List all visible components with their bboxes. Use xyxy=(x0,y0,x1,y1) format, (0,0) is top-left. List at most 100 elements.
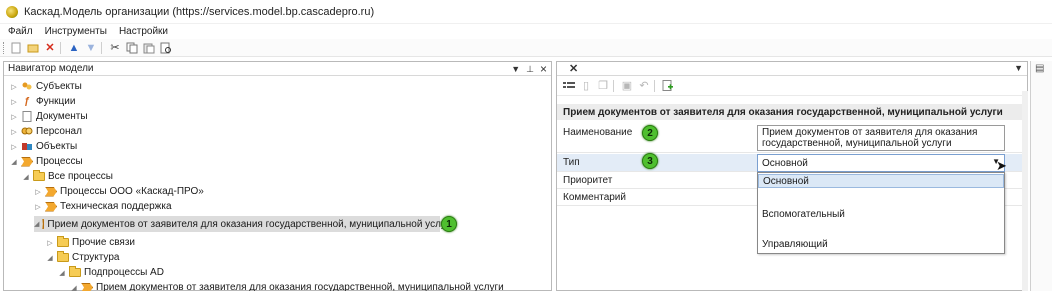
property-row-type: Тип Основной ▼ xyxy=(557,154,1027,172)
personnel-icon xyxy=(21,126,33,137)
expand-icon[interactable]: ▷ xyxy=(46,239,54,247)
move-down-icon[interactable]: ▼ xyxy=(84,41,98,55)
documents-icon xyxy=(21,111,33,122)
tree-item-all-processes[interactable]: ◢ Все процессы xyxy=(22,169,113,184)
title-bar: Каскад.Модель организации (https://servi… xyxy=(0,0,1052,24)
pin-icon[interactable]: ⊥ xyxy=(526,64,534,75)
save-icon[interactable]: ▣ xyxy=(620,79,634,93)
expand-icon[interactable]: ▷ xyxy=(10,143,18,151)
tree-item-label: Процессы ООО «Каскад-ПРО» xyxy=(60,186,204,197)
tree-item-label: Прием документов от заявителя для оказан… xyxy=(47,218,456,230)
tree-item-label: Функции xyxy=(36,96,76,107)
open-folder-icon[interactable] xyxy=(26,41,40,55)
tab-close-icon[interactable]: ✕ xyxy=(569,62,578,75)
step-badge-3: 3 xyxy=(642,153,658,169)
expand-icon[interactable]: ▷ xyxy=(34,188,42,196)
new-icon[interactable] xyxy=(9,41,23,55)
expand-icon[interactable]: ▷ xyxy=(10,98,18,106)
property-label-priority: Приоритет xyxy=(563,175,613,186)
tree-item-label: Все процессы xyxy=(48,171,113,182)
collapse-icon[interactable]: ◢ xyxy=(58,269,66,277)
expand-icon[interactable]: ▷ xyxy=(34,203,42,211)
name-value-line: Прием документов от заявителя для оказан… xyxy=(762,127,978,138)
tree-item-label: Подпроцессы AD xyxy=(84,267,164,278)
collapse-icon[interactable]: ◢ xyxy=(10,158,18,166)
tree-item-subjects[interactable]: ▷ Субъекты xyxy=(10,79,82,94)
tree-item-selected-process[interactable]: ◢ Прием документов от заявителя для оказ… xyxy=(34,216,455,232)
property-label-name: Наименование xyxy=(563,127,633,138)
menu-file[interactable]: Файл xyxy=(8,26,33,37)
expand-icon[interactable]: ▷ xyxy=(10,113,18,121)
model-navigator-pane: Навигатор модели ▼ ⊥ × ▷ Субъекты ▷ ƒ Фу… xyxy=(3,61,552,291)
tree-item-cascade-processes[interactable]: ▷ Процессы ООО «Каскад-ПРО» xyxy=(34,184,204,199)
tree-item-processes[interactable]: ◢ Процессы xyxy=(10,154,82,169)
menu-tools[interactable]: Инструменты xyxy=(45,26,107,37)
editor-toolbar: ▯ ❐ ▣ ↶ xyxy=(557,76,1027,96)
collapse-icon[interactable]: ◢ xyxy=(46,254,54,262)
type-select[interactable]: Основной ▼ xyxy=(757,154,1005,172)
delete-icon[interactable]: ✕ xyxy=(43,41,57,55)
tree-item-subprocess[interactable]: ◢ Прием документов от заявителя для оказ… xyxy=(70,280,504,291)
tree-item-subprocesses-ad[interactable]: ◢ Подпроцессы AD xyxy=(58,265,164,280)
tree-item-objects[interactable]: ▷ Объекты xyxy=(10,139,77,154)
toolbar-separator xyxy=(654,79,655,92)
copy-doc-icon[interactable]: ❐ xyxy=(596,79,610,93)
paste-icon[interactable] xyxy=(142,41,156,55)
collapse-icon[interactable]: ◢ xyxy=(22,173,30,181)
processes-icon xyxy=(21,156,33,167)
side-panel-strip: ▤ xyxy=(1030,61,1052,291)
folder-icon xyxy=(57,251,69,262)
move-up-icon[interactable]: ▲ xyxy=(67,41,81,55)
undo-icon[interactable]: ↶ xyxy=(637,79,651,93)
expand-icon[interactable]: ▷ xyxy=(10,128,18,136)
menu-settings[interactable]: Настройки xyxy=(119,26,168,37)
close-icon[interactable]: × xyxy=(540,62,547,76)
vertical-scrollbar[interactable] xyxy=(1022,91,1028,291)
name-field[interactable]: Прием документов от заявителя для оказан… xyxy=(757,125,1005,151)
tree-item-label: Прием документов от заявителя для оказан… xyxy=(96,282,504,291)
menu-bar: Файл Инструменты Настройки xyxy=(0,24,1052,39)
tab-menu-icon[interactable]: ▼ xyxy=(1014,63,1023,73)
folder-icon xyxy=(57,236,69,247)
step-badge-2: 2 xyxy=(642,125,658,141)
side-tab-icon[interactable]: ▤ xyxy=(1035,63,1044,74)
tree-item-structure[interactable]: ◢ Структура xyxy=(46,250,119,265)
pane-menu-icon[interactable]: ▼ xyxy=(511,64,520,74)
preview-icon[interactable] xyxy=(159,41,173,55)
tree-item-label: Документы xyxy=(36,111,88,122)
add-document-icon[interactable] xyxy=(661,79,675,93)
toolbar-separator xyxy=(60,41,61,54)
functions-icon: ƒ xyxy=(24,96,30,107)
expand-icon[interactable]: ▷ xyxy=(10,83,18,91)
process-icon xyxy=(42,219,45,229)
tree-item-other-links[interactable]: ▷ Прочие связи xyxy=(46,235,135,250)
tree-item-label: Структура xyxy=(72,252,120,263)
collapse-icon[interactable]: ◢ xyxy=(34,220,39,228)
toolbar-grip-icon xyxy=(3,41,6,54)
type-selected-value: Основной xyxy=(762,158,808,169)
tree-item-tech-support[interactable]: ▷ Техническая поддержка xyxy=(34,199,172,214)
navigator-title: Навигатор модели xyxy=(8,63,94,74)
type-option-managing[interactable]: Управляющий xyxy=(758,237,1004,251)
app-logo-icon xyxy=(6,5,18,18)
tree-item-label: Техническая поддержка xyxy=(60,201,172,212)
property-label-type: Тип xyxy=(563,157,580,168)
name-value-line: государственной, муниципальной услуги xyxy=(762,138,952,149)
window-title: Каскад.Модель организации (https://servi… xyxy=(24,5,375,18)
type-option-auxiliary[interactable]: Вспомогательный xyxy=(758,207,1004,221)
subjects-icon xyxy=(21,81,33,92)
tree-item-functions[interactable]: ▷ ƒ Функции xyxy=(10,94,75,109)
type-option-main[interactable]: Основной xyxy=(758,174,1004,188)
tree-item-documents[interactable]: ▷ Документы xyxy=(10,109,88,124)
new-doc-icon[interactable]: ▯ xyxy=(579,79,593,93)
collapse-icon[interactable]: ◢ xyxy=(70,284,78,291)
copy-icon[interactable] xyxy=(125,41,139,55)
cut-icon[interactable]: ✂ xyxy=(108,41,122,55)
objects-icon xyxy=(21,141,33,152)
process-icon xyxy=(81,282,93,291)
categorized-view-icon[interactable] xyxy=(562,79,576,93)
step-badge-1: 1 xyxy=(441,216,457,232)
tree-item-personnel[interactable]: ▷ Персонал xyxy=(10,124,82,139)
folder-icon xyxy=(33,170,45,181)
toolbar-separator xyxy=(101,41,102,54)
